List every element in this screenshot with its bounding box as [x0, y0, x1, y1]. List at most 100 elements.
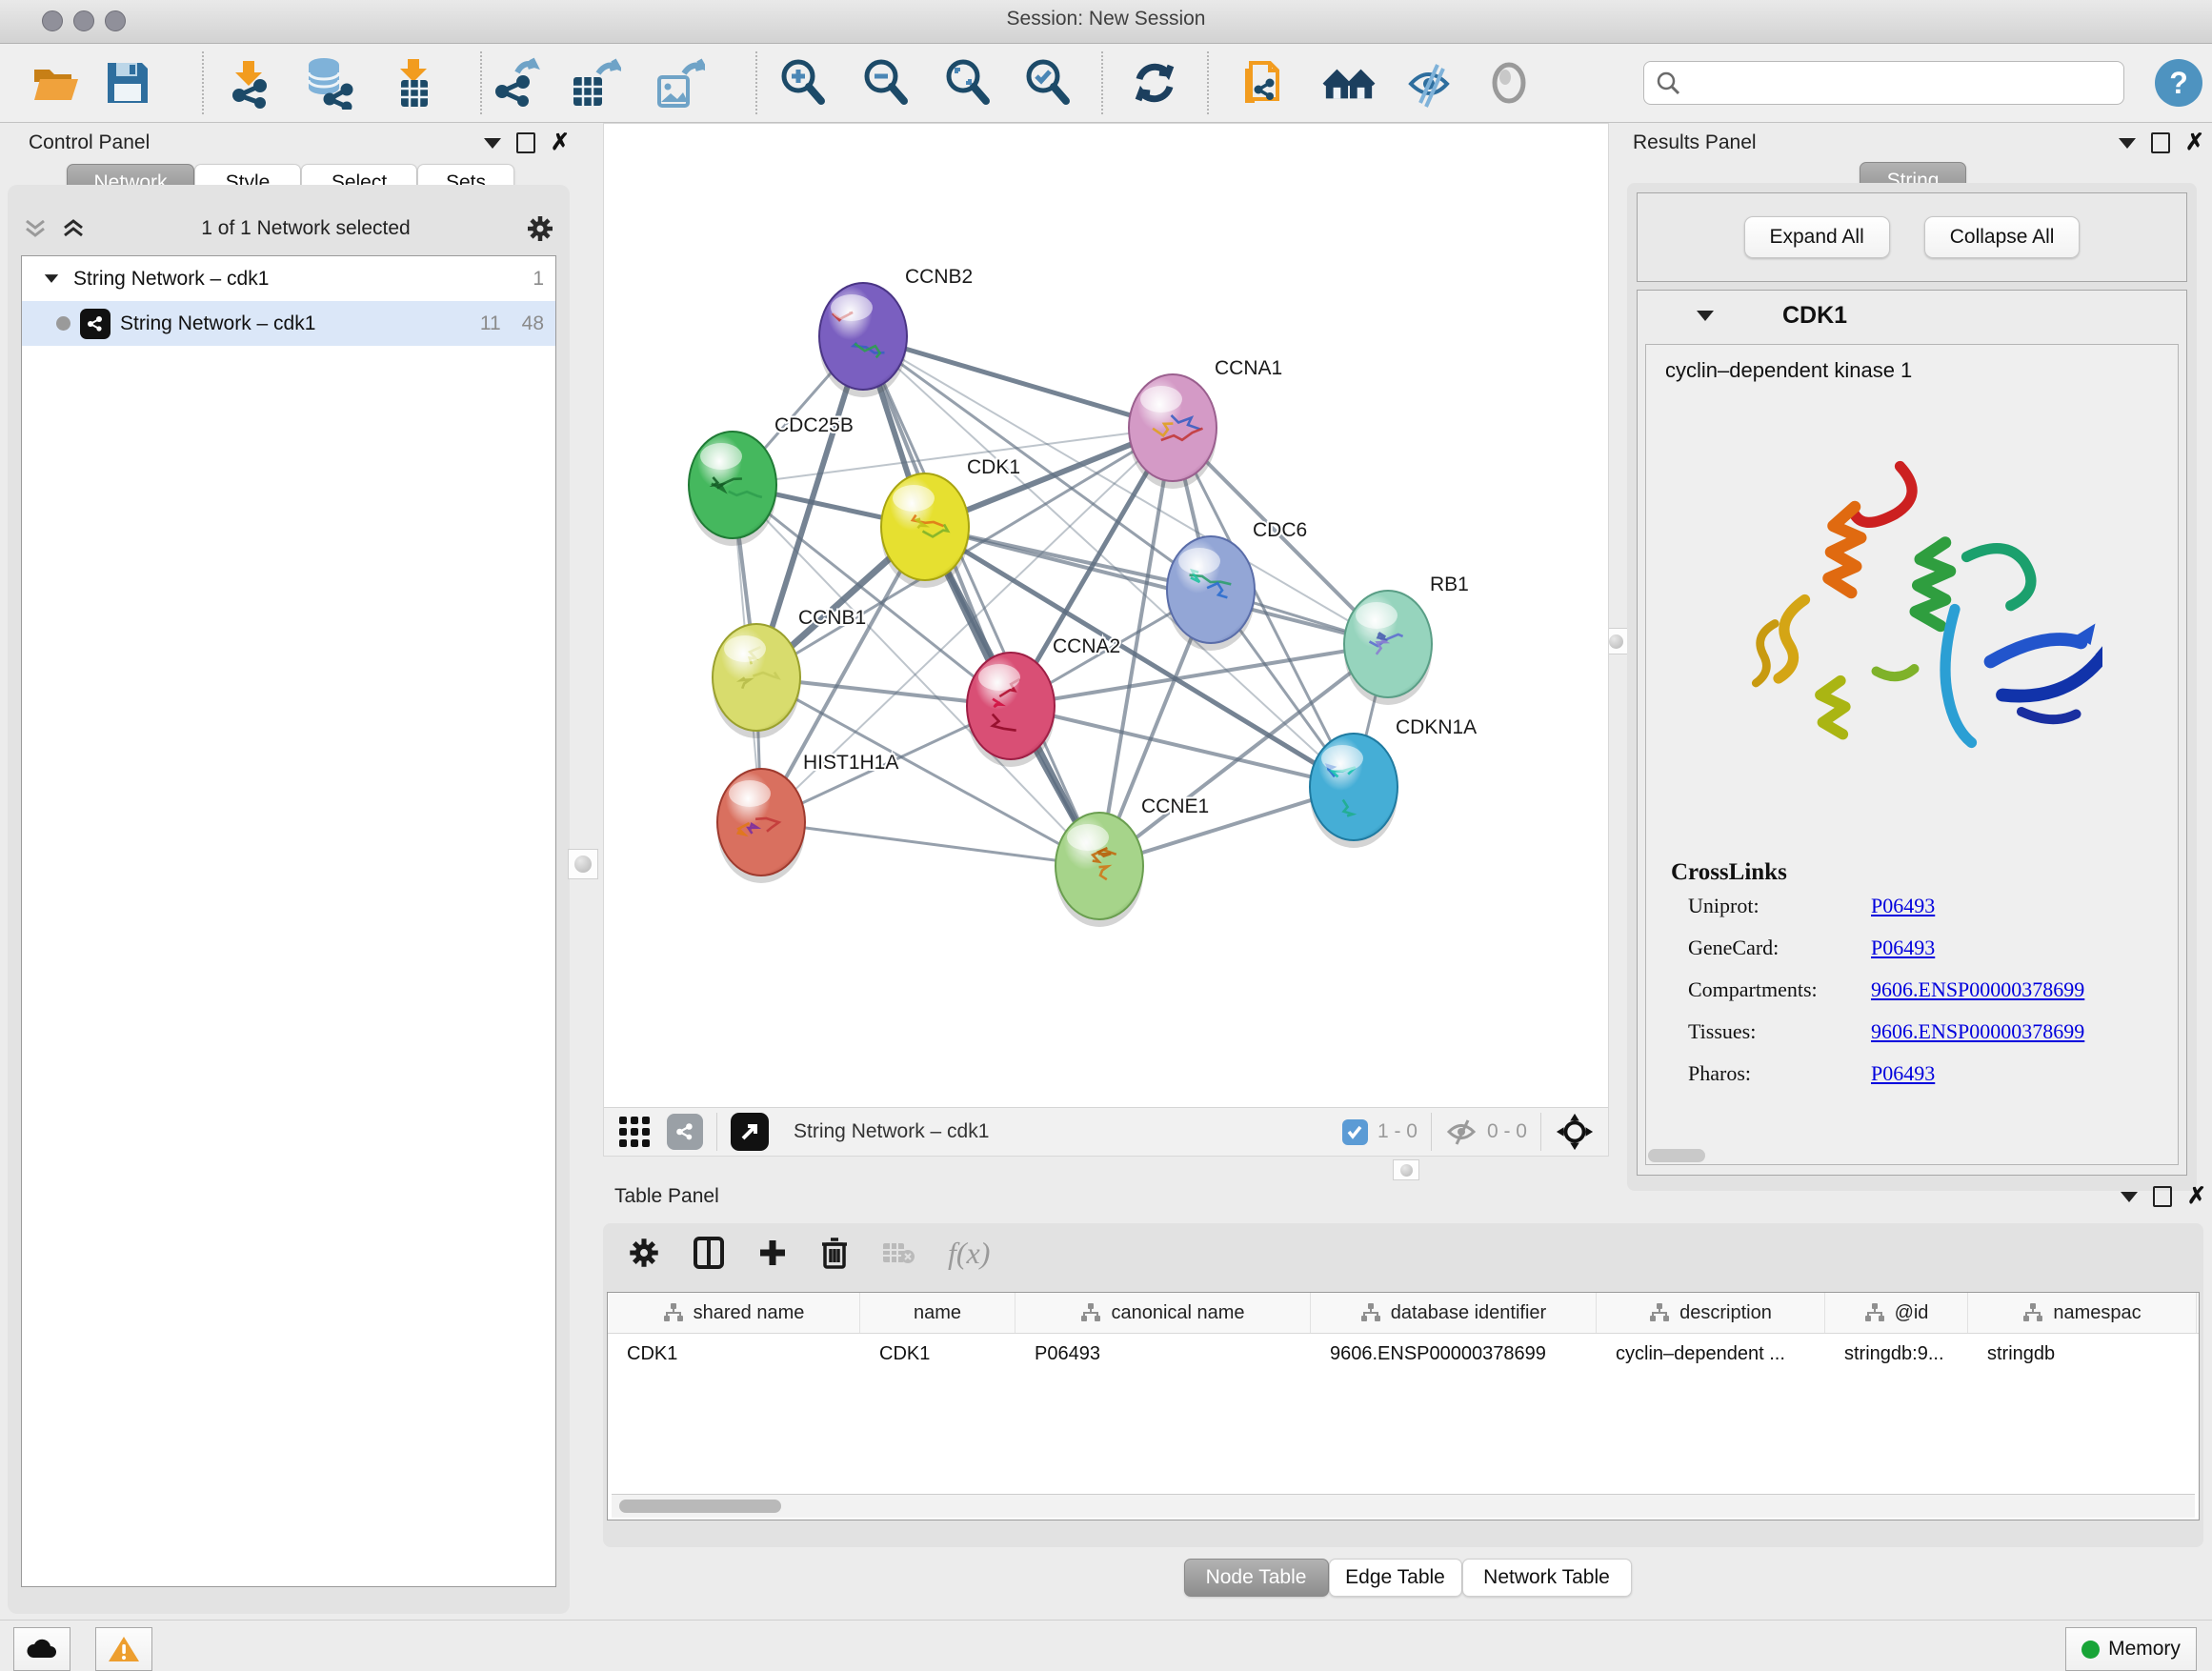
expand-all-button[interactable]: Expand All	[1744, 216, 1890, 258]
node-CCNB2[interactable]: CCNB2	[819, 266, 973, 397]
node-HIST1H1A[interactable]: HIST1H1A	[717, 752, 898, 883]
memory-button[interactable]: Memory	[2065, 1627, 2197, 1671]
crosslink-row: Uniprot:P06493	[1688, 894, 2178, 918]
node-CDK1[interactable]: CDK1	[881, 456, 1020, 588]
collapse-all-icon[interactable]	[23, 217, 48, 240]
edge-HIST1H1A-CCNE1[interactable]	[761, 822, 1099, 866]
network-graph[interactable]: CCNB2CCNA1CDC25BCDK1CDC6RB1CCNB1CCNA2CDK…	[604, 124, 1608, 1107]
save-session-button[interactable]	[101, 56, 154, 110]
network-view-title: String Network – cdk1	[794, 1120, 1342, 1143]
show-glass-button[interactable]	[1482, 56, 1536, 110]
panel-close-icon[interactable]: ✗	[2187, 1185, 2206, 1208]
edge-CCNB2-CCNA1[interactable]	[863, 336, 1173, 428]
selected-checkbox-icon[interactable]	[1342, 1119, 1368, 1145]
table-settings-gear-icon[interactable]	[628, 1237, 660, 1269]
node-CCNE1[interactable]: CCNE1	[1056, 795, 1209, 927]
save-icon	[104, 59, 151, 107]
eye-icon	[1484, 58, 1534, 108]
tab-edge-table[interactable]: Edge Table	[1329, 1559, 1462, 1597]
gene-collapse-icon[interactable]	[1697, 311, 1714, 321]
column-header-canonical-name[interactable]: canonical name	[1016, 1293, 1311, 1333]
hidden-eye-icon[interactable]	[1445, 1117, 1478, 1146]
zoom-fit-button[interactable]	[941, 56, 995, 110]
network-row[interactable]: String Network – cdk1 11 48	[22, 301, 555, 346]
collapse-all-button[interactable]: Collapse All	[1924, 216, 2081, 258]
crosslink-label: Compartments:	[1688, 977, 1871, 1002]
open-session-button[interactable]	[29, 56, 82, 110]
tab-network-table[interactable]: Network Table	[1462, 1559, 1632, 1597]
export-network-button[interactable]	[488, 56, 541, 110]
edge-CCNB2-CCNE1[interactable]	[863, 336, 1099, 866]
hide-glass-button[interactable]	[1402, 56, 1456, 110]
crosslink-link[interactable]: 9606.ENSP00000378699	[1871, 977, 2084, 1002]
panel-collapse-icon[interactable]	[2121, 1192, 2138, 1202]
column-label: description	[1679, 1302, 1772, 1324]
export-image-button[interactable]	[652, 56, 705, 110]
cloud-status-button[interactable]	[13, 1627, 70, 1671]
search-box[interactable]	[1643, 61, 2124, 105]
panel-collapse-icon[interactable]	[484, 138, 501, 149]
scrollbar-thumb[interactable]	[619, 1500, 781, 1513]
toolbar-separator	[1101, 51, 1103, 114]
gene-section: CDK1 cyclin–dependent kinase 1	[1637, 290, 2187, 1176]
show-columns-icon[interactable]	[693, 1236, 725, 1270]
refresh-button[interactable]	[1128, 56, 1181, 110]
left-splitter-handle[interactable]	[568, 849, 598, 879]
node-CDKN1A[interactable]: CDKN1A	[1310, 716, 1477, 848]
column-header-description[interactable]: description	[1597, 1293, 1825, 1333]
share-session-file-button[interactable]	[1240, 56, 1294, 110]
network-overview-icon[interactable]	[667, 1114, 703, 1150]
crosslink-link[interactable]: 9606.ENSP00000378699	[1871, 1019, 2084, 1044]
string-home-button[interactable]	[1322, 56, 1376, 110]
network-canvas[interactable]: CCNB2CCNA1CDC25BCDK1CDC6RB1CCNB1CCNA2CDK…	[603, 123, 1609, 1157]
network-collection-row[interactable]: String Network – cdk1 1	[22, 256, 555, 301]
node-RB1[interactable]: RB1	[1344, 574, 1469, 705]
import-table-file-button[interactable]	[387, 56, 440, 110]
column-tree-icon	[2022, 1302, 2043, 1323]
birds-eye-grid-icon[interactable]	[617, 1115, 652, 1149]
column-header-database-identifier[interactable]: database identifier	[1311, 1293, 1597, 1333]
crosslink-label: GeneCard:	[1688, 936, 1871, 960]
column-header-namespac[interactable]: namespac	[1968, 1293, 2197, 1333]
warning-status-button[interactable]	[95, 1627, 152, 1671]
column-header-shared-name[interactable]: shared name	[608, 1293, 860, 1333]
table-horizontal-scrollbar[interactable]	[612, 1494, 2195, 1518]
crosslink-link[interactable]: P06493	[1871, 894, 1935, 918]
table-row[interactable]: CDK1CDK1P064939606.ENSP00000378699cyclin…	[608, 1334, 2199, 1374]
panel-float-icon[interactable]	[2151, 132, 2170, 153]
bottom-splitter-handle[interactable]	[1393, 1159, 1419, 1180]
export-table-button[interactable]	[568, 56, 621, 110]
zoom-selected-button[interactable]	[1021, 56, 1075, 110]
tab-node-table[interactable]: Node Table	[1184, 1559, 1329, 1597]
import-network-database-button[interactable]	[301, 56, 354, 110]
expand-all-icon[interactable]	[61, 217, 86, 240]
fit-selected-crosshair-icon[interactable]	[1555, 1112, 1595, 1152]
crosslinks-title: CrossLinks	[1671, 859, 2178, 886]
gear-icon[interactable]	[526, 214, 554, 243]
collection-count: 1	[533, 268, 544, 291]
column-header--id[interactable]: @id	[1825, 1293, 1968, 1333]
add-column-icon[interactable]	[757, 1238, 788, 1268]
node-table[interactable]: shared namenamecanonical namedatabase id…	[607, 1292, 2200, 1520]
node-label-CCNE1: CCNE1	[1141, 795, 1209, 817]
help-button[interactable]: ?	[2155, 59, 2202, 107]
collection-expand-icon[interactable]	[45, 274, 58, 283]
edge-CDK1-RB1[interactable]	[925, 527, 1388, 644]
panel-float-icon[interactable]	[2153, 1186, 2172, 1207]
results-scrollbar-thumb[interactable]	[1648, 1149, 1705, 1162]
search-input[interactable]	[1690, 71, 2112, 95]
column-tree-icon	[1864, 1302, 1885, 1323]
import-network-file-button[interactable]	[223, 56, 276, 110]
panel-float-icon[interactable]	[516, 132, 535, 153]
open-in-new-icon[interactable]	[731, 1113, 769, 1151]
zoom-in-button[interactable]	[776, 56, 830, 110]
crosslink-link[interactable]: P06493	[1871, 1061, 1935, 1086]
panel-collapse-icon[interactable]	[2119, 138, 2136, 149]
node-CCNA1[interactable]: CCNA1	[1129, 357, 1282, 489]
panel-close-icon[interactable]: ✗	[551, 131, 570, 154]
column-header-name[interactable]: name	[860, 1293, 1016, 1333]
delete-column-icon[interactable]	[820, 1236, 849, 1270]
panel-close-icon[interactable]: ✗	[2185, 131, 2204, 154]
zoom-out-button[interactable]	[859, 56, 913, 110]
crosslink-link[interactable]: P06493	[1871, 936, 1935, 960]
